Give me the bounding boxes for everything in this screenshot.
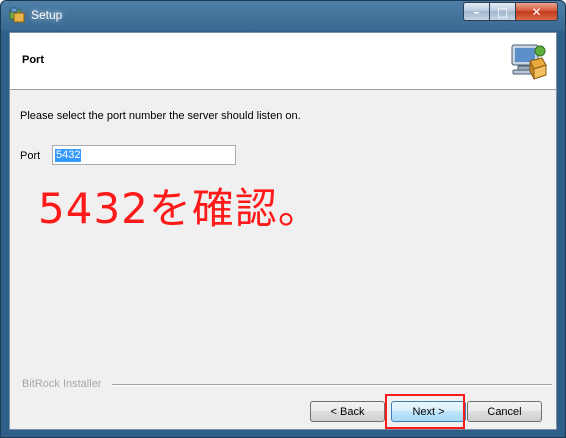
back-button-label: < Back xyxy=(330,405,365,418)
cancel-button-label: Cancel xyxy=(487,405,522,418)
minimize-icon: – xyxy=(473,4,480,19)
annotation-text: 5432を確認。 xyxy=(38,184,321,233)
port-input[interactable]: 5432 xyxy=(52,145,236,165)
back-button[interactable]: < Back xyxy=(310,401,385,422)
setup-window: Setup – □ ✕ Port Please select the port … xyxy=(0,0,566,438)
page-header: Port xyxy=(10,33,556,90)
port-label: Port xyxy=(20,150,41,162)
next-button-highlight xyxy=(385,394,465,429)
maximize-icon: □ xyxy=(496,4,509,19)
footer-divider xyxy=(112,384,552,386)
maximize-button[interactable]: □ xyxy=(489,2,516,21)
title-bar[interactable]: Setup – □ ✕ xyxy=(1,1,565,32)
page-title: Port xyxy=(22,54,44,66)
setup-app-icon xyxy=(9,7,25,23)
instruction-text: Please select the port number the server… xyxy=(20,110,301,122)
cancel-button[interactable]: Cancel xyxy=(467,401,542,422)
minimize-button[interactable]: – xyxy=(463,2,490,21)
port-value: 5432 xyxy=(55,149,82,162)
close-button[interactable]: ✕ xyxy=(515,2,558,21)
installer-brand: BitRock Installer xyxy=(22,378,102,390)
dialog-client-area: Port Please select the port number the s… xyxy=(9,32,557,430)
window-title: Setup xyxy=(31,8,63,22)
close-icon: ✕ xyxy=(531,4,542,19)
computer-package-icon xyxy=(511,44,547,80)
